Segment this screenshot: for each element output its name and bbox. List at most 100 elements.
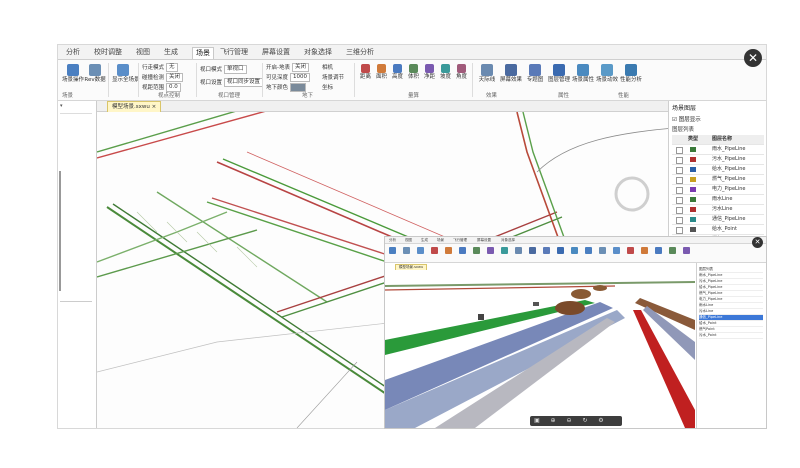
scene-ops-button[interactable]: 场景操作 bbox=[62, 63, 84, 91]
ground-opt-1[interactable]: 相机 bbox=[322, 63, 333, 71]
inset-ribbon-button[interactable] bbox=[627, 247, 634, 254]
menu-tab[interactable]: 对象选择 bbox=[304, 47, 332, 58]
menu-tab[interactable]: 分析 bbox=[66, 47, 80, 58]
left-scrollbar[interactable] bbox=[59, 171, 61, 291]
inset-ribbon-button[interactable] bbox=[641, 247, 648, 254]
layer-visibility-checkbox[interactable] bbox=[676, 207, 683, 214]
menu-tab[interactable]: 视图 bbox=[136, 47, 150, 58]
inset-menu-tab[interactable]: 对象选择 bbox=[501, 237, 515, 243]
effects-button[interactable]: 场景动效 bbox=[596, 63, 618, 91]
rev-data-button[interactable]: Rev数据 bbox=[84, 63, 106, 91]
zoom-icon[interactable]: ⊕ bbox=[550, 416, 556, 426]
layer-row[interactable]: 通信_PipeLine bbox=[672, 215, 764, 225]
layer-row[interactable]: 污水_PipeLine bbox=[672, 155, 764, 165]
layer-visibility-checkbox[interactable] bbox=[676, 227, 683, 234]
viewport-settings-row[interactable]: 视口设置 视口同步设置 bbox=[200, 78, 264, 87]
inset-ribbon-button[interactable] bbox=[683, 247, 690, 254]
inset-ribbon-button[interactable] bbox=[403, 247, 410, 254]
inset-ribbon-button[interactable] bbox=[529, 247, 536, 254]
layer-row[interactable]: 电力_PipeLine bbox=[672, 185, 764, 195]
inset-ribbon-button[interactable] bbox=[585, 247, 592, 254]
effects-button[interactable]: 专题图 bbox=[524, 63, 546, 91]
inset-menu-tab[interactable]: 屏幕设置 bbox=[477, 237, 491, 243]
walk-mode-select[interactable]: 无 bbox=[166, 63, 178, 72]
layer-visibility-checkbox[interactable] bbox=[676, 217, 683, 224]
inset-ribbon-button[interactable] bbox=[431, 247, 438, 254]
effects-button[interactable]: 屏幕效果 bbox=[500, 63, 522, 91]
inset-layer-row[interactable]: 污水_Point bbox=[699, 333, 763, 339]
layer-display-checkbox[interactable]: ☑ 图层显示 bbox=[672, 115, 701, 123]
measure-button[interactable]: 距离 bbox=[358, 63, 373, 91]
inset-ribbon-button[interactable] bbox=[515, 247, 522, 254]
menu-tab[interactable]: 三维分析 bbox=[346, 47, 374, 58]
layer-visibility-checkbox[interactable] bbox=[676, 197, 683, 204]
ground-open-row[interactable]: 开启-地表 关闭 bbox=[266, 63, 310, 72]
ground-opt-3[interactable]: 坐标 bbox=[322, 83, 333, 91]
inset-ribbon-button[interactable] bbox=[389, 247, 396, 254]
layer-row[interactable]: 燃气_PipeLine bbox=[672, 175, 764, 185]
layer-row[interactable]: 雨水Line bbox=[672, 195, 764, 205]
menu-tab[interactable]: 生成 bbox=[164, 47, 178, 58]
inset-ribbon-button[interactable] bbox=[613, 247, 620, 254]
menu-tab[interactable]: 飞行管理 bbox=[220, 47, 248, 58]
inset-menu-tab[interactable]: 分析 bbox=[389, 237, 396, 243]
effects-button[interactable]: 天际线 bbox=[476, 63, 498, 91]
inset-ribbon-button[interactable] bbox=[417, 247, 424, 254]
settings-icon[interactable]: ⚙ bbox=[598, 416, 604, 426]
inset-ribbon-button[interactable] bbox=[571, 247, 578, 254]
rotate-icon[interactable]: ↻ bbox=[582, 416, 588, 426]
ground-depth-row[interactable]: 可见深度 1000 bbox=[266, 73, 311, 82]
measure-button[interactable]: 体积 bbox=[406, 63, 421, 91]
inset-ribbon-button[interactable] bbox=[501, 247, 508, 254]
inset-ribbon-button[interactable] bbox=[543, 247, 550, 254]
layer-row[interactable]: 给水_Point bbox=[672, 225, 764, 235]
inset-ribbon-button[interactable] bbox=[445, 247, 452, 254]
inset-ribbon-button[interactable] bbox=[487, 247, 494, 254]
effects-button[interactable]: 场景属性 bbox=[572, 63, 594, 91]
fit-icon[interactable]: ▣ bbox=[534, 416, 540, 426]
inset-close-icon[interactable]: ✕ bbox=[752, 237, 763, 248]
inset-menu-tab[interactable]: 视图 bbox=[405, 237, 412, 243]
inset-menu-tab[interactable]: 场景 bbox=[437, 237, 444, 243]
inset-menu-tab[interactable]: 生成 bbox=[421, 237, 428, 243]
measure-button[interactable]: 坡度 bbox=[438, 63, 453, 91]
collision-select[interactable]: 关闭 bbox=[166, 73, 184, 82]
zoom-out-icon[interactable]: ⊖ bbox=[566, 416, 572, 426]
inset-ribbon-button[interactable] bbox=[669, 247, 676, 254]
inset-3d-viewport[interactable]: ▣ ⊕ ⊖ ↻ ⚙ bbox=[385, 270, 695, 428]
effects-button[interactable]: 图层管理 bbox=[548, 63, 570, 91]
menu-tab[interactable]: 屏幕设置 bbox=[262, 47, 290, 58]
close-icon[interactable]: ✕ bbox=[744, 49, 762, 67]
viewport-mode-select[interactable]: 单视口 bbox=[224, 65, 247, 74]
layer-row[interactable]: 污水Line bbox=[672, 205, 764, 215]
inset-ribbon-button[interactable] bbox=[473, 247, 480, 254]
layer-row[interactable]: 雨水_PipeLine bbox=[672, 145, 764, 155]
inset-ribbon-button[interactable] bbox=[655, 247, 662, 254]
full-scene-button[interactable]: 显示全场景 bbox=[112, 63, 140, 91]
layer-visibility-checkbox[interactable] bbox=[676, 177, 683, 184]
inset-ribbon-button[interactable] bbox=[557, 247, 564, 254]
layer-visibility-checkbox[interactable] bbox=[676, 187, 683, 194]
measure-button[interactable]: 面积 bbox=[374, 63, 389, 91]
ground-color-row[interactable]: 地下颜色 bbox=[266, 83, 307, 92]
measure-button[interactable]: 高度 bbox=[390, 63, 405, 91]
viewport-mode-row[interactable]: 视口模式 单视口 bbox=[200, 65, 247, 74]
ground-depth-input[interactable]: 1000 bbox=[290, 73, 311, 82]
menu-tab[interactable]: 场景 bbox=[192, 47, 214, 59]
inset-ribbon-button[interactable] bbox=[459, 247, 466, 254]
layer-row[interactable]: 给水_PipeLine bbox=[672, 165, 764, 175]
collision-row[interactable]: 碰撞检测 关闭 bbox=[142, 73, 184, 82]
inset-menu-tab[interactable]: 飞行管理 bbox=[453, 237, 467, 243]
close-tab-icon[interactable]: × bbox=[152, 104, 157, 110]
ground-open-select[interactable]: 关闭 bbox=[292, 63, 310, 72]
walk-mode-row[interactable]: 行走模式无 bbox=[142, 63, 178, 72]
viewport-settings-select[interactable]: 视口同步设置 bbox=[224, 78, 264, 87]
menu-tab[interactable]: 校时调整 bbox=[94, 47, 122, 58]
ground-opt-2[interactable]: 场景调节 bbox=[322, 73, 344, 81]
layer-visibility-checkbox[interactable] bbox=[676, 157, 683, 164]
layer-visibility-checkbox[interactable] bbox=[676, 167, 683, 174]
inset-ribbon-button[interactable] bbox=[599, 247, 606, 254]
measure-button[interactable]: 角度 bbox=[454, 63, 469, 91]
layer-visibility-checkbox[interactable] bbox=[676, 147, 683, 154]
document-tab[interactable]: 模型场景.sxwu × bbox=[107, 101, 162, 112]
